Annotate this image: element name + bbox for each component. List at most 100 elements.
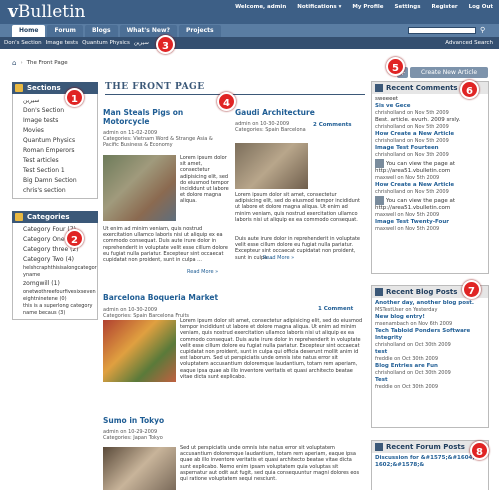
category-item[interactable]: onetwothreefourfivesixseveneightninetene… <box>23 289 97 303</box>
article-title[interactable]: Man Steals Pigs on Motorcycle <box>103 108 228 126</box>
article-title[interactable]: Gaudi Architecture <box>235 108 363 117</box>
my-profile-link[interactable]: My Profile <box>352 4 383 10</box>
avatar <box>375 196 384 205</box>
sections-widget: Sections سيرين Don's Section Image tests… <box>12 82 98 199</box>
article-image[interactable] <box>103 155 176 221</box>
callout-badge-5: 5 <box>386 57 405 76</box>
section-item[interactable]: Movies <box>23 126 97 136</box>
recent-blog-posts-list: Another day, another blog post. MSTestUse… <box>372 298 488 393</box>
read-more-link[interactable]: Read More » <box>263 255 294 261</box>
callout-badge-6: 6 <box>460 80 479 99</box>
home-icon[interactable]: ⌂ <box>12 59 16 67</box>
section-item[interactable]: Test articles <box>23 156 97 166</box>
section-item[interactable]: Big Damn Section <box>23 176 97 186</box>
tab-forum[interactable]: Forum <box>47 25 83 37</box>
avatar <box>375 159 384 168</box>
article-categories[interactable]: Categories: Vietnam Word & Strange Asia … <box>103 136 228 148</box>
comment-item[interactable]: How Create a New Article chrisholland on … <box>375 131 485 145</box>
article-image[interactable] <box>235 143 308 189</box>
sub-navbar: Don's Section Image tests Quantum Physic… <box>0 37 499 49</box>
breadcrumb: ⌂ › The Front Page <box>12 59 68 67</box>
callout-badge-4: 4 <box>217 92 236 111</box>
article-body: Sed ut perspiciatis unde omnis iste natu… <box>180 445 360 483</box>
recent-comments-widget: Recent Comments sweeeet Sis ve Gece chris… <box>371 81 489 274</box>
folder-icon <box>15 213 23 221</box>
blog-item[interactable]: Test freddie on Oct 30th 2009 <box>375 377 485 391</box>
forum-icon <box>375 443 383 451</box>
subnav-quantum-physics[interactable]: Quantum Physics <box>82 40 130 46</box>
top-links: Welcome, admin Notifications ▾ My Profil… <box>235 4 493 10</box>
article-body: Ut enim ad minim veniam, quis nostrud ex… <box>103 226 228 264</box>
register-link[interactable]: Register <box>432 4 458 10</box>
folder-icon <box>15 84 23 92</box>
forum-item[interactable]: Discussion for &#1575;&#1604;&#1602;&#15… <box>375 455 485 469</box>
log-out-link[interactable]: Log Out <box>469 4 493 10</box>
sections-header: Sections <box>12 82 98 94</box>
categories-widget: Categories Category Four (7) Category On… <box>12 211 98 320</box>
section-item[interactable]: Image tests <box>23 116 97 126</box>
comment-item[interactable]: Image Test Twenty-Four maxwell on Nov 5th… <box>375 219 485 233</box>
subnav-image-tests[interactable]: Image tests <box>46 40 78 46</box>
callout-badge-1: 1 <box>65 88 84 107</box>
article-body-continued: Duis aute irure dolor in reprehenderit i… <box>235 236 360 261</box>
category-item[interactable]: this is a superlong category name becaus… <box>23 303 97 317</box>
search-input[interactable] <box>408 27 476 34</box>
article-card: Gaudi Architecture admin on 10-30-2009 C… <box>235 108 363 133</box>
categories-list: Category Four (7) Category One (1) Categ… <box>12 223 98 320</box>
section-item[interactable]: سيرين <box>23 96 97 106</box>
category-item[interactable]: helshcraphthisisalongcategoryname <box>23 265 97 279</box>
section-item[interactable]: Test Section 1 <box>23 166 97 176</box>
callout-badge-7: 7 <box>462 280 481 299</box>
recent-comments-list: sweeeet Sis ve Gece chrisholland on Nov 5… <box>372 94 488 235</box>
blog-item[interactable]: Another day, another blog post. MSTestUse… <box>375 300 485 314</box>
comments-link[interactable]: 1 Comment <box>318 306 353 312</box>
vbulletin-logo[interactable]: vBulletin <box>8 2 85 22</box>
search-icon[interactable]: ⚲ <box>480 26 489 35</box>
read-more-link[interactable]: Read More » <box>187 269 218 275</box>
site-header: vBulletin Welcome, admin Notifications ▾… <box>0 0 499 24</box>
tab-projects[interactable]: Projects <box>178 25 221 37</box>
article-image[interactable] <box>103 320 176 382</box>
subnav-dons-section[interactable]: Don's Section <box>4 40 42 46</box>
comment-item[interactable]: How Create a New Article chrisholland on … <box>375 182 485 196</box>
subnav-arabic-section[interactable]: سيرين <box>134 40 149 46</box>
comment-item[interactable]: Sis ve Gece chrisholland on Nov 5th 2009 <box>375 103 485 117</box>
callout-badge-8: 8 <box>470 441 489 460</box>
section-item[interactable]: chris's section <box>23 186 97 196</box>
article-title[interactable]: Sumo in Tokyo <box>103 416 263 425</box>
category-item[interactable]: Category One (1) <box>23 235 97 245</box>
comment-item[interactable]: Image Test Fourteen chrisholland on Nov 3… <box>375 145 485 159</box>
article-categories[interactable]: Categories: Japan Tokyo <box>103 435 263 441</box>
blog-item[interactable]: Blog Entries are Fun chrisholland on Oct … <box>375 363 485 377</box>
article-card: Sumo in Tokyo admin on 10-29-2009 Catego… <box>103 416 263 441</box>
tab-blogs[interactable]: Blogs <box>84 25 118 37</box>
section-item[interactable]: Quantum Physics <box>23 136 97 146</box>
breadcrumb-current: The Front Page <box>26 60 68 66</box>
article-body: Lorem ipsum dolor sit amet, consectetur … <box>235 192 360 223</box>
blog-item[interactable]: test freddie on Oct 30th 2009 <box>375 349 485 363</box>
comment-item: You can view the page at http://area51.v… <box>375 159 456 181</box>
category-item[interactable]: zomgwill (1) <box>23 279 97 289</box>
create-new-article-button[interactable]: Create New Article <box>410 67 488 78</box>
advanced-search-link[interactable]: Advanced Search <box>445 40 493 46</box>
section-item[interactable]: Roman Emperors <box>23 146 97 156</box>
notifications-link[interactable]: Notifications ▾ <box>297 4 341 10</box>
page-title: THE FRONT PAGE <box>105 82 365 95</box>
article-card: Man Steals Pigs on Motorcycle admin on 1… <box>103 108 228 148</box>
article-image[interactable] <box>103 447 176 490</box>
article-title[interactable]: Barcelona Boqueria Market <box>103 293 365 302</box>
blog-icon <box>375 288 383 296</box>
category-item[interactable]: Category Two (4) <box>23 255 97 265</box>
main-content: THE FRONT PAGE <box>103 82 365 95</box>
category-item[interactable]: Category three (2) <box>23 245 97 255</box>
blog-item[interactable]: New blog entry! msenambach on Nov 6th 200… <box>375 314 485 328</box>
tab-home[interactable]: Home <box>12 25 46 37</box>
blog-item[interactable]: Tech Tabloid Ponders Software Integrity c… <box>375 328 485 349</box>
welcome-text: Welcome, admin <box>235 4 287 10</box>
category-item[interactable]: Category Four (7) <box>23 225 97 235</box>
settings-link[interactable]: Settings <box>395 4 421 10</box>
main-navbar: Home Forum Blogs What's New? Projects ⚲ <box>0 24 499 37</box>
categories-header: Categories <box>12 211 98 223</box>
comments-link[interactable]: 2 Comments <box>313 122 352 128</box>
section-item[interactable]: Don's Section <box>23 106 97 116</box>
